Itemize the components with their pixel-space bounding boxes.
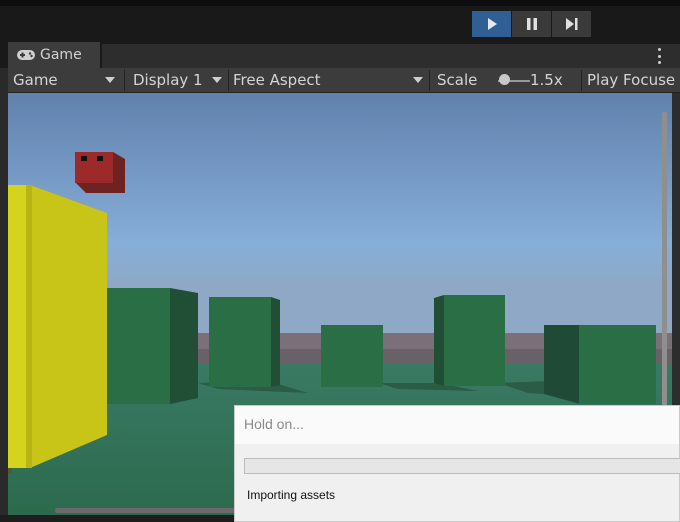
- game-view-toolbar: Game Display 1 Free Aspect Scale 1.5x Pl…: [8, 68, 680, 93]
- play-focused-label: Play Focuse: [587, 71, 676, 89]
- scale-value: 1.5x: [530, 68, 563, 92]
- view-mode-label: Game: [13, 71, 58, 89]
- scale-label: Scale: [437, 68, 477, 92]
- tab-title: Game: [40, 47, 82, 63]
- cube-side: [170, 288, 198, 404]
- main-toolbar: [0, 6, 680, 42]
- cube-side: [271, 297, 280, 387]
- cube-side: [434, 295, 444, 386]
- play-icon: [487, 18, 497, 30]
- cube-side: [544, 325, 580, 404]
- cube: [444, 295, 505, 386]
- scale-value-text: 1.5x: [530, 71, 563, 89]
- progress-dialog: Hold on... Importing assets: [234, 405, 680, 522]
- pause-icon: [526, 18, 537, 30]
- aspect-chevron-down-icon: [413, 77, 423, 83]
- player-cube-edge: [26, 185, 32, 468]
- display-chevron-down-icon: [212, 77, 222, 83]
- kebab-menu-icon[interactable]: [658, 48, 662, 64]
- player-cube-side: [30, 185, 107, 468]
- view-mode-dropdown[interactable]: Game: [13, 68, 58, 92]
- dialog-title: Hold on...: [244, 416, 304, 432]
- enemy-eye: [97, 156, 103, 161]
- progress-bar: [244, 458, 680, 474]
- tab-game[interactable]: Game: [8, 42, 100, 68]
- playmode-controls: [472, 11, 592, 37]
- enemy-cube: [75, 152, 113, 183]
- step-button[interactable]: [552, 11, 591, 37]
- cube: [321, 325, 383, 387]
- tab-bar-empty: [102, 44, 680, 68]
- aspect-dropdown[interactable]: Free Aspect: [233, 68, 321, 92]
- view-mode-chevron-down-icon: [105, 77, 115, 83]
- cube: [579, 325, 656, 404]
- gamepad-icon: [17, 50, 35, 60]
- cube: [107, 288, 170, 404]
- play-button[interactable]: [472, 11, 511, 37]
- step-icon: [565, 18, 577, 30]
- vertical-scrollbar[interactable]: [662, 112, 667, 412]
- scale-label-text: Scale: [437, 71, 478, 89]
- aspect-label: Free Aspect: [233, 71, 321, 89]
- scale-slider-knob[interactable]: [499, 74, 510, 85]
- tab-bar: Game: [0, 42, 680, 68]
- pause-button[interactable]: [512, 11, 551, 37]
- left-panel-edge: [0, 68, 8, 522]
- cube: [209, 297, 271, 387]
- enemy-eye: [81, 156, 87, 161]
- display-dropdown[interactable]: Display 1: [133, 68, 203, 92]
- dialog-status: Importing assets: [247, 488, 336, 502]
- display-label: Display 1: [133, 71, 203, 89]
- play-focused-dropdown[interactable]: Play Focuse: [587, 68, 675, 92]
- horizontal-scrollbar[interactable]: [55, 508, 235, 513]
